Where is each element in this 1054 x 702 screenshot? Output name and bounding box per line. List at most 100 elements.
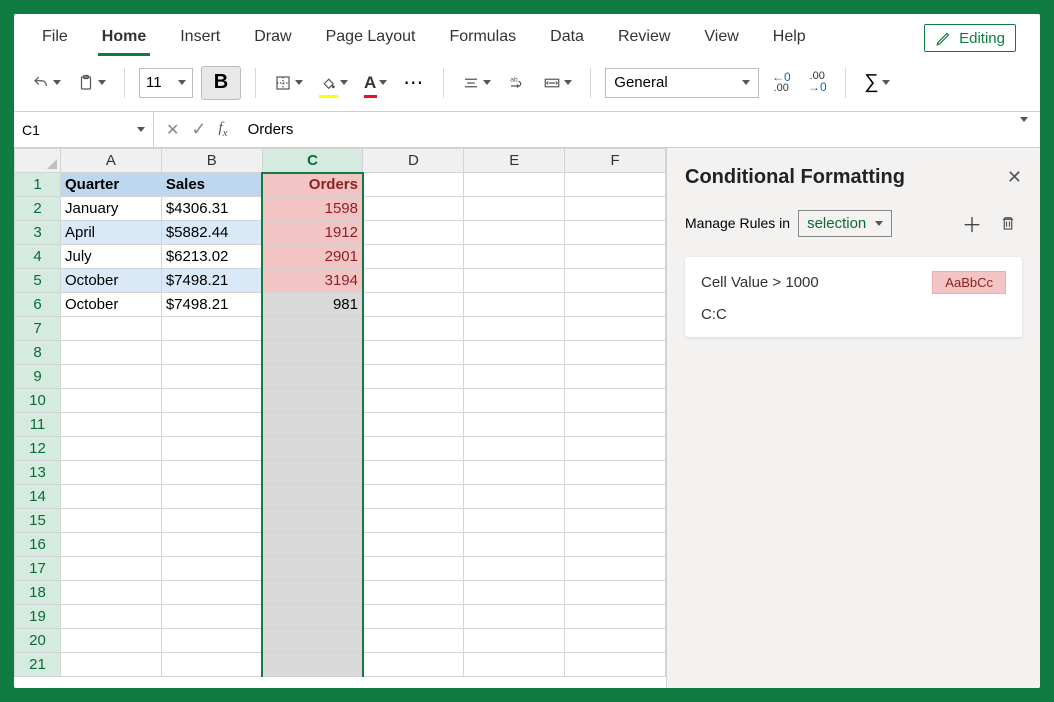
expand-formula-bar[interactable] [1005,122,1040,138]
row-header-5[interactable]: 5 [15,269,61,293]
cell-B13[interactable] [161,461,262,485]
tab-data[interactable]: Data [546,20,588,56]
cell-F20[interactable] [565,629,666,653]
cell-D10[interactable] [363,389,464,413]
cell-F11[interactable] [565,413,666,437]
cell-F13[interactable] [565,461,666,485]
delete-rule-button[interactable] [994,209,1022,237]
rule-card[interactable]: Cell Value > 1000 AaBbCc C:C [685,257,1022,337]
cell-C16[interactable] [262,533,363,557]
row-header-21[interactable]: 21 [15,653,61,677]
cell-A18[interactable] [61,581,162,605]
cell-C6[interactable]: 981 [262,293,363,317]
cell-A2[interactable]: January [61,197,162,221]
cell-F3[interactable] [565,221,666,245]
cell-F15[interactable] [565,509,666,533]
col-header-E[interactable]: E [464,149,565,173]
cell-C17[interactable] [262,557,363,581]
cell-E2[interactable] [464,197,565,221]
tab-formulas[interactable]: Formulas [445,20,520,56]
cell-D2[interactable] [363,197,464,221]
rules-scope-select[interactable]: selection [798,210,892,237]
cell-B9[interactable] [161,365,262,389]
cell-C15[interactable] [262,509,363,533]
cell-E15[interactable] [464,509,565,533]
cell-F17[interactable] [565,557,666,581]
row-header-1[interactable]: 1 [15,173,61,197]
cell-A15[interactable] [61,509,162,533]
tab-draw[interactable]: Draw [250,20,295,56]
editing-mode-button[interactable]: Editing [924,24,1016,52]
row-header-10[interactable]: 10 [15,389,61,413]
autosum-button[interactable]: ∑ [860,66,893,100]
cell-B16[interactable] [161,533,262,557]
undo-button[interactable] [28,66,65,100]
cell-E3[interactable] [464,221,565,245]
row-header-8[interactable]: 8 [15,341,61,365]
cell-A8[interactable] [61,341,162,365]
cell-F18[interactable] [565,581,666,605]
cell-E21[interactable] [464,653,565,677]
cell-B11[interactable] [161,413,262,437]
cell-D21[interactable] [363,653,464,677]
cell-B3[interactable]: $5882.44 [161,221,262,245]
merge-button[interactable] [539,66,576,100]
cell-F8[interactable] [565,341,666,365]
cell-C11[interactable] [262,413,363,437]
cell-F10[interactable] [565,389,666,413]
cell-D11[interactable] [363,413,464,437]
cell-A4[interactable]: July [61,245,162,269]
cell-B5[interactable]: $7498.21 [161,269,262,293]
cell-C13[interactable] [262,461,363,485]
row-header-3[interactable]: 3 [15,221,61,245]
cell-E1[interactable] [464,173,565,197]
cell-B1[interactable]: Sales [161,173,262,197]
col-header-D[interactable]: D [363,149,464,173]
name-box[interactable]: C1 [14,112,154,147]
col-header-A[interactable]: A [61,149,162,173]
cell-B15[interactable] [161,509,262,533]
add-rule-button[interactable]: ＋ [958,209,986,237]
cell-F6[interactable] [565,293,666,317]
cell-C4[interactable]: 2901 [262,245,363,269]
increase-decimal-button[interactable]: .00 →0 [803,66,831,100]
font-color-button[interactable]: A [360,66,391,100]
cell-F19[interactable] [565,605,666,629]
font-size-select[interactable]: 11 [139,68,193,98]
cell-D7[interactable] [363,317,464,341]
row-header-2[interactable]: 2 [15,197,61,221]
cell-E8[interactable] [464,341,565,365]
cell-C2[interactable]: 1598 [262,197,363,221]
cell-D17[interactable] [363,557,464,581]
tab-review[interactable]: Review [614,20,674,56]
row-header-20[interactable]: 20 [15,629,61,653]
cell-F16[interactable] [565,533,666,557]
cell-D5[interactable] [363,269,464,293]
cell-A5[interactable]: October [61,269,162,293]
tab-file[interactable]: File [38,20,72,56]
cell-F2[interactable] [565,197,666,221]
row-header-15[interactable]: 15 [15,509,61,533]
cell-E16[interactable] [464,533,565,557]
cell-D19[interactable] [363,605,464,629]
cell-B17[interactable] [161,557,262,581]
cell-A20[interactable] [61,629,162,653]
cell-E11[interactable] [464,413,565,437]
cell-E6[interactable] [464,293,565,317]
cell-A14[interactable] [61,485,162,509]
cell-A6[interactable]: October [61,293,162,317]
cell-E5[interactable] [464,269,565,293]
fill-color-button[interactable] [315,66,352,100]
cell-F9[interactable] [565,365,666,389]
row-header-13[interactable]: 13 [15,461,61,485]
number-format-select[interactable]: General [605,68,759,98]
cell-C18[interactable] [262,581,363,605]
row-header-12[interactable]: 12 [15,437,61,461]
cell-E12[interactable] [464,437,565,461]
cell-B8[interactable] [161,341,262,365]
cell-B14[interactable] [161,485,262,509]
bold-button[interactable]: B [201,66,241,100]
cell-F7[interactable] [565,317,666,341]
cell-C21[interactable] [262,653,363,677]
formula-input[interactable] [240,112,1005,147]
